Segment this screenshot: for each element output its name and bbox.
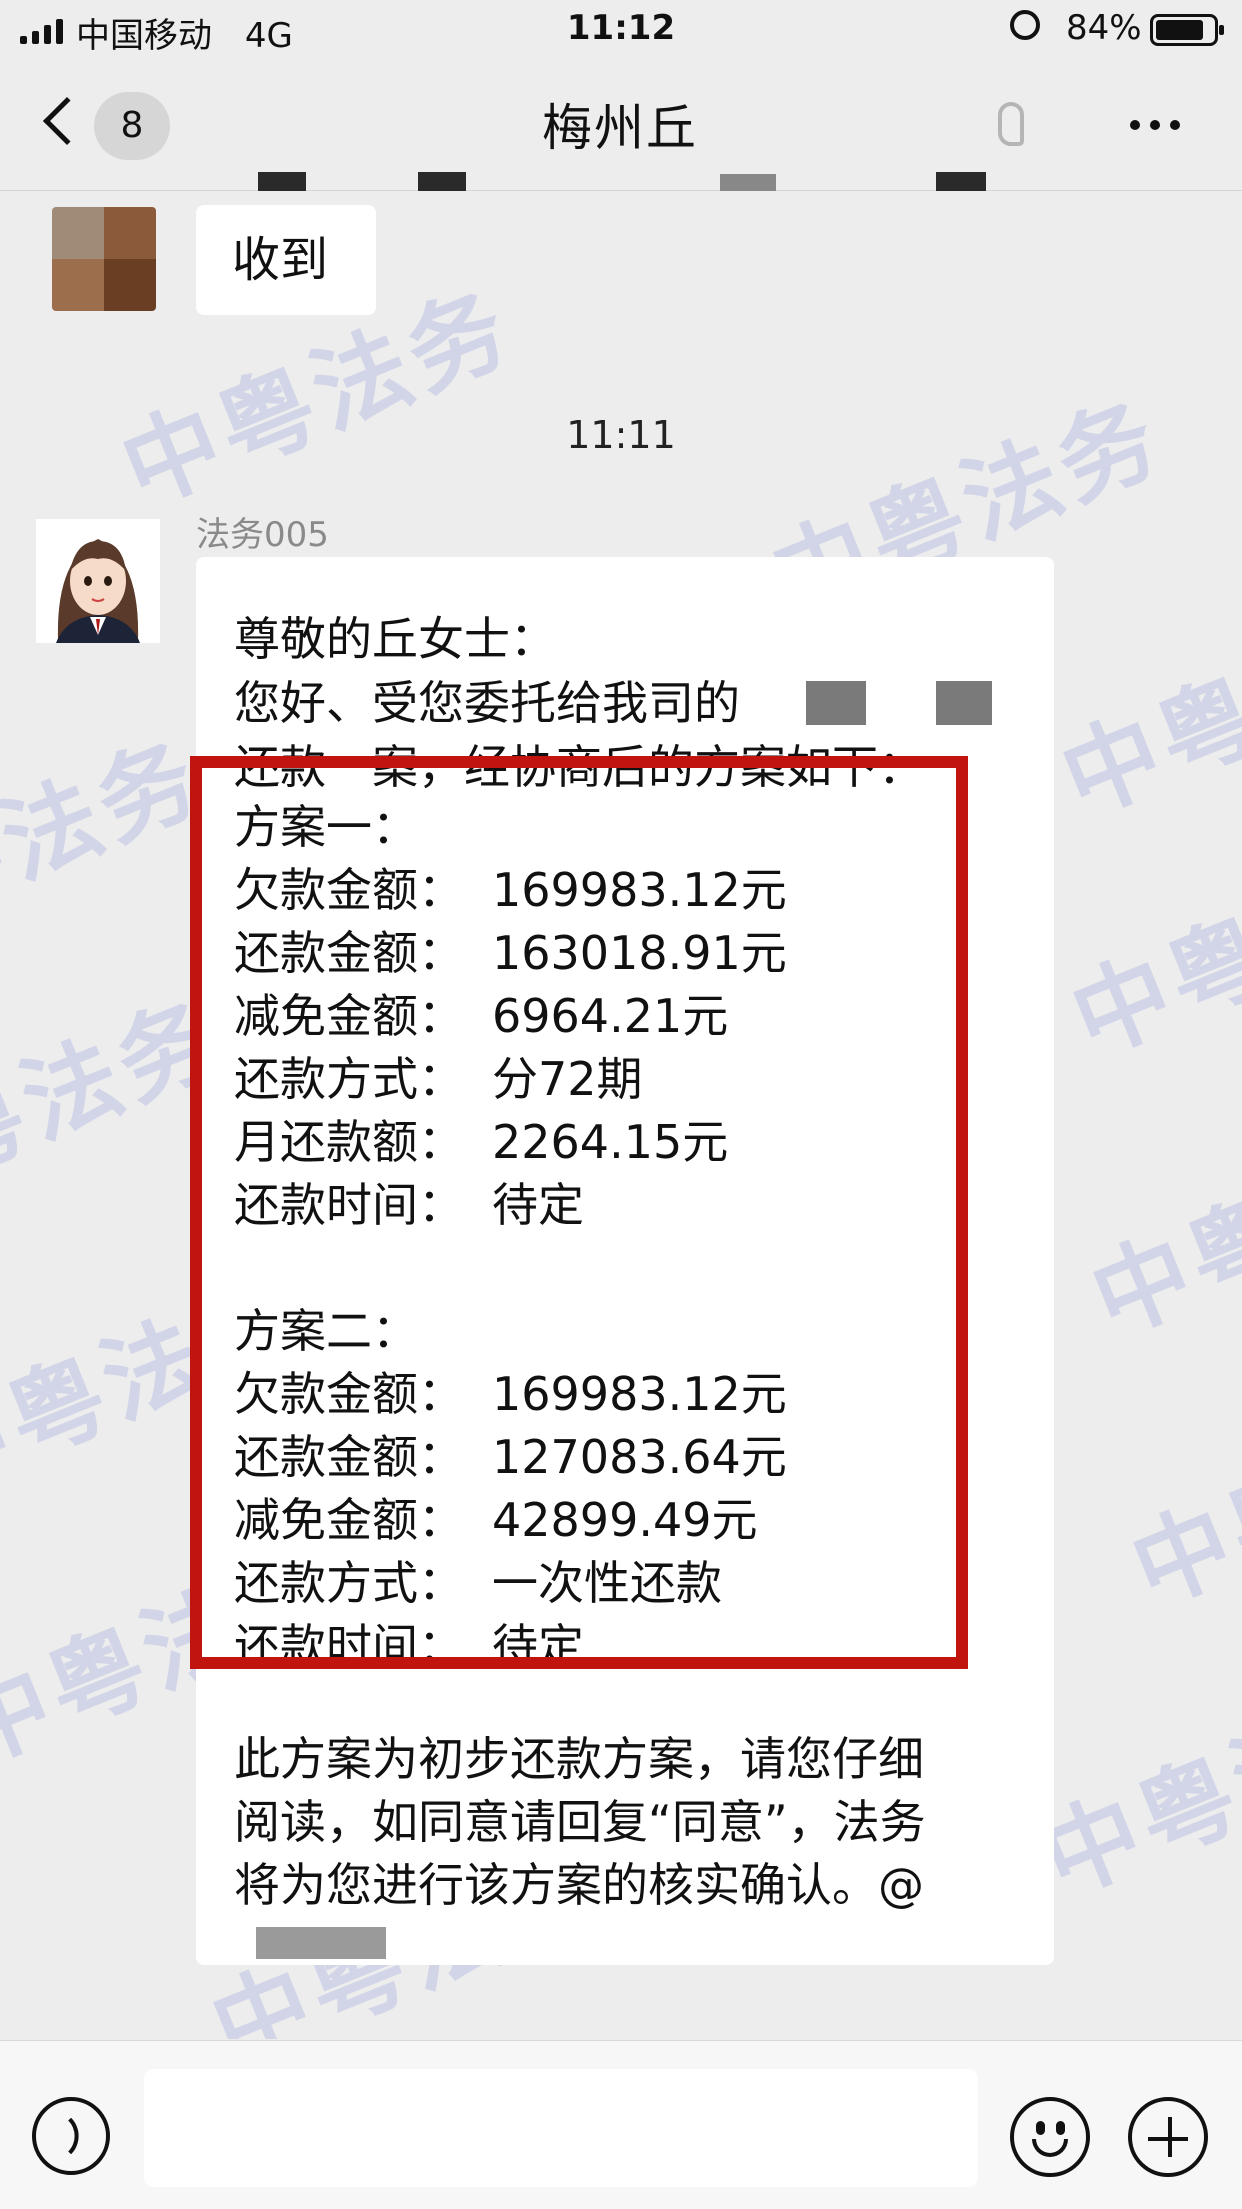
battery-percent: 84% (1066, 8, 1142, 48)
watermark: 中粤法务 (1077, 1100, 1242, 1357)
watermark: 中粤法务 (1057, 820, 1242, 1077)
watermark: 中粤法务 (1047, 580, 1242, 837)
redaction-block (936, 681, 992, 725)
voice-icon[interactable] (32, 2097, 110, 2175)
watermark: 中粤法务 (1117, 1370, 1242, 1627)
rotation-lock-icon (1010, 10, 1040, 40)
redaction-block (806, 681, 866, 725)
lawyer-avatar-icon (36, 519, 160, 643)
chat-area[interactable]: 中粤法务 中粤法务 中粤法务 中粤法务 中粤法务 中粤法务 中粤法务 中粤法务 … (0, 191, 1242, 2039)
earpiece-mode-icon (998, 102, 1024, 146)
highlight-box (190, 756, 968, 1669)
message-timestamp: 11:11 (566, 413, 676, 457)
chat-title: 梅州丘 (200, 96, 1040, 160)
chat-title-text: 梅州丘 (542, 99, 698, 157)
ellipsis-icon[interactable] (1130, 120, 1180, 130)
avatar[interactable] (52, 207, 156, 311)
message-line: 您好、受您委托给我司的 (234, 676, 740, 730)
redaction-block (256, 1927, 386, 1959)
message-line: 阅读，如同意请回复“同意”，法务 (234, 1795, 926, 1849)
unread-count-badge[interactable]: 8 (94, 92, 170, 160)
message-input[interactable] (144, 2069, 978, 2187)
message-text: 收到 (232, 232, 329, 288)
battery-icon (1150, 14, 1224, 46)
message-line: 将为您进行该方案的核实确认。@ (234, 1858, 924, 1912)
plus-icon[interactable] (1128, 2097, 1208, 2177)
message-line: 此方案为初步还款方案，请您仔细 (234, 1732, 924, 1786)
chat-header: 8 梅州丘 (0, 62, 1242, 216)
status-time: 11:12 (566, 8, 676, 48)
status-bar: 中国移动 4G 11:12 84% (0, 0, 1242, 62)
input-bar (0, 2040, 1242, 2209)
chevron-left-icon[interactable] (42, 96, 92, 146)
watermark: 中粤法务 (0, 720, 218, 977)
message-bubble[interactable]: 收到 (196, 205, 376, 315)
sender-name: 法务005 (196, 515, 329, 555)
emoji-icon[interactable] (1010, 2097, 1090, 2177)
avatar[interactable] (36, 519, 160, 643)
message-line: 尊敬的丘女士： (234, 612, 556, 666)
